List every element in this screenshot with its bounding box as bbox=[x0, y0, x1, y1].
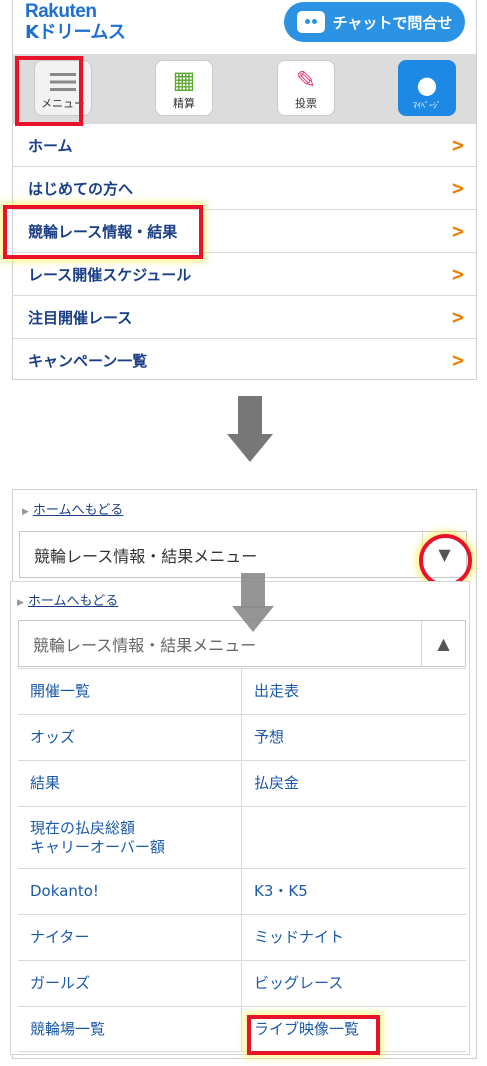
submenu-row: ナイター ミッドナイト bbox=[18, 914, 466, 960]
chat-label: チャットで問合せ bbox=[332, 13, 453, 32]
triangle-right-icon: ▶ bbox=[17, 598, 24, 608]
submenu-row: オッズ 予想 bbox=[18, 714, 466, 760]
chevron-right-icon: > bbox=[451, 176, 464, 200]
nav-item-label: レース開催スケジュール bbox=[28, 265, 192, 284]
nav-item-label: 注目開催レース bbox=[28, 308, 133, 327]
submenu-link-results[interactable]: 結果 bbox=[18, 761, 242, 806]
highlight-live-video bbox=[247, 1015, 380, 1055]
nav-item-label: ホーム bbox=[28, 136, 73, 155]
mypage-button[interactable]: ● ﾏｲﾍﾟｰｼﾞ bbox=[398, 60, 456, 116]
calculator-icon: ▦ bbox=[172, 66, 196, 94]
chevron-right-icon: > bbox=[451, 262, 464, 286]
down-arrow-icon bbox=[232, 573, 274, 635]
submenu-link-nighter[interactable]: ナイター bbox=[18, 915, 242, 960]
back-link-label: ホームへもどる bbox=[32, 503, 124, 518]
submenu-link-held-list[interactable]: 開催一覧 bbox=[18, 669, 242, 714]
nav-item-featured[interactable]: 注目開催レース > bbox=[13, 295, 476, 338]
chevron-right-icon: > bbox=[451, 219, 464, 243]
submenu-link-odds[interactable]: オッズ bbox=[18, 715, 242, 760]
settlement-label: 精算 bbox=[173, 97, 195, 110]
submenu-row: 競輪場一覧 ライブ映像一覧 bbox=[18, 1006, 466, 1052]
logo-line1: Rakuten bbox=[25, 1, 97, 22]
submenu-link-girls[interactable]: ガールズ bbox=[18, 961, 242, 1006]
mypage-label: ﾏｲﾍﾟｰｼﾞ bbox=[413, 101, 441, 110]
submenu-link-carryover[interactable]: 現在の払戻総額 キャリーオーバー額 bbox=[18, 807, 242, 868]
highlight-caret bbox=[419, 534, 472, 587]
submenu-link-payouts[interactable]: 払戻金 bbox=[242, 761, 466, 806]
nav-item-beginners[interactable]: はじめての方へ > bbox=[13, 166, 476, 209]
highlight-menu-button bbox=[15, 56, 83, 126]
pencil-icon: ✎ bbox=[295, 66, 317, 94]
submenu-row: 結果 払戻金 bbox=[18, 760, 466, 806]
submenu-link-big-race[interactable]: ビッグレース bbox=[242, 961, 466, 1006]
nav-item-campaigns[interactable]: キャンペーン一覧 > bbox=[13, 338, 476, 381]
submenu-link-k3k5[interactable]: K3・K5 bbox=[242, 869, 466, 914]
chat-icon bbox=[296, 11, 325, 33]
submenu-select-label: 競輪レース情報・結果メニュー bbox=[34, 546, 258, 566]
submenu-link-dokanto[interactable]: Dokanto! bbox=[18, 869, 242, 914]
submenu-select-collapsed[interactable]: 競輪レース情報・結果メニュー ▼ bbox=[19, 531, 467, 578]
back-to-home-link[interactable]: ▶ ホームへもどる bbox=[22, 499, 123, 518]
submenu-empty-cell bbox=[242, 807, 466, 868]
submenu-row: 現在の払戻総額 キャリーオーバー額 bbox=[18, 806, 466, 868]
triangle-right-icon: ▶ bbox=[22, 507, 29, 517]
chevron-right-icon: > bbox=[451, 348, 464, 372]
submenu-grid: 開催一覧 出走表 オッズ 予想 結果 払戻金 現在の払戻総額 キャリーオーバー額… bbox=[18, 668, 466, 1052]
nav-item-label: はじめての方へ bbox=[28, 179, 134, 198]
submenu-row: 開催一覧 出走表 bbox=[18, 668, 466, 714]
submenu-link-midnight[interactable]: ミッドナイト bbox=[242, 915, 466, 960]
chevron-right-icon: > bbox=[451, 133, 464, 157]
vote-button[interactable]: ✎ 投票 bbox=[277, 60, 335, 116]
vote-label: 投票 bbox=[295, 97, 317, 110]
submenu-expanded-panel: ▶ ホームへもどる 競輪レース情報・結果メニュー ▲ 開催一覧 出走表 オッズ 予… bbox=[10, 581, 470, 1055]
logo-line2: Kドリームス bbox=[25, 22, 126, 43]
caret-up-icon[interactable]: ▲ bbox=[421, 621, 465, 666]
submenu-link-prediction[interactable]: 予想 bbox=[242, 715, 466, 760]
submenu-row: Dokanto! K3・K5 bbox=[18, 868, 466, 914]
chat-inquiry-button[interactable]: チャットで問合せ bbox=[284, 2, 465, 42]
nav-item-home[interactable]: ホーム > bbox=[13, 123, 476, 166]
user-icon: ● bbox=[416, 71, 438, 99]
back-link-label: ホームへもどる bbox=[27, 594, 119, 609]
settlement-button[interactable]: ▦ 精算 bbox=[155, 60, 213, 116]
highlight-race-info bbox=[3, 205, 203, 259]
site-logo[interactable]: Rakuten Kドリームス bbox=[25, 1, 126, 43]
submenu-select-label: 競輪レース情報・結果メニュー bbox=[33, 635, 257, 655]
submenu-row: ガールズ ビッグレース bbox=[18, 960, 466, 1006]
back-to-home-link[interactable]: ▶ ホームへもどる bbox=[17, 590, 118, 609]
submenu-link-entries[interactable]: 出走表 bbox=[242, 669, 466, 714]
chevron-right-icon: > bbox=[451, 305, 464, 329]
down-arrow-icon bbox=[227, 396, 273, 466]
nav-item-label: キャンペーン一覧 bbox=[28, 351, 148, 370]
site-header: Rakuten Kドリームス チャットで問合せ bbox=[13, 0, 476, 54]
submenu-link-velodromes[interactable]: 競輪場一覧 bbox=[18, 1007, 242, 1051]
